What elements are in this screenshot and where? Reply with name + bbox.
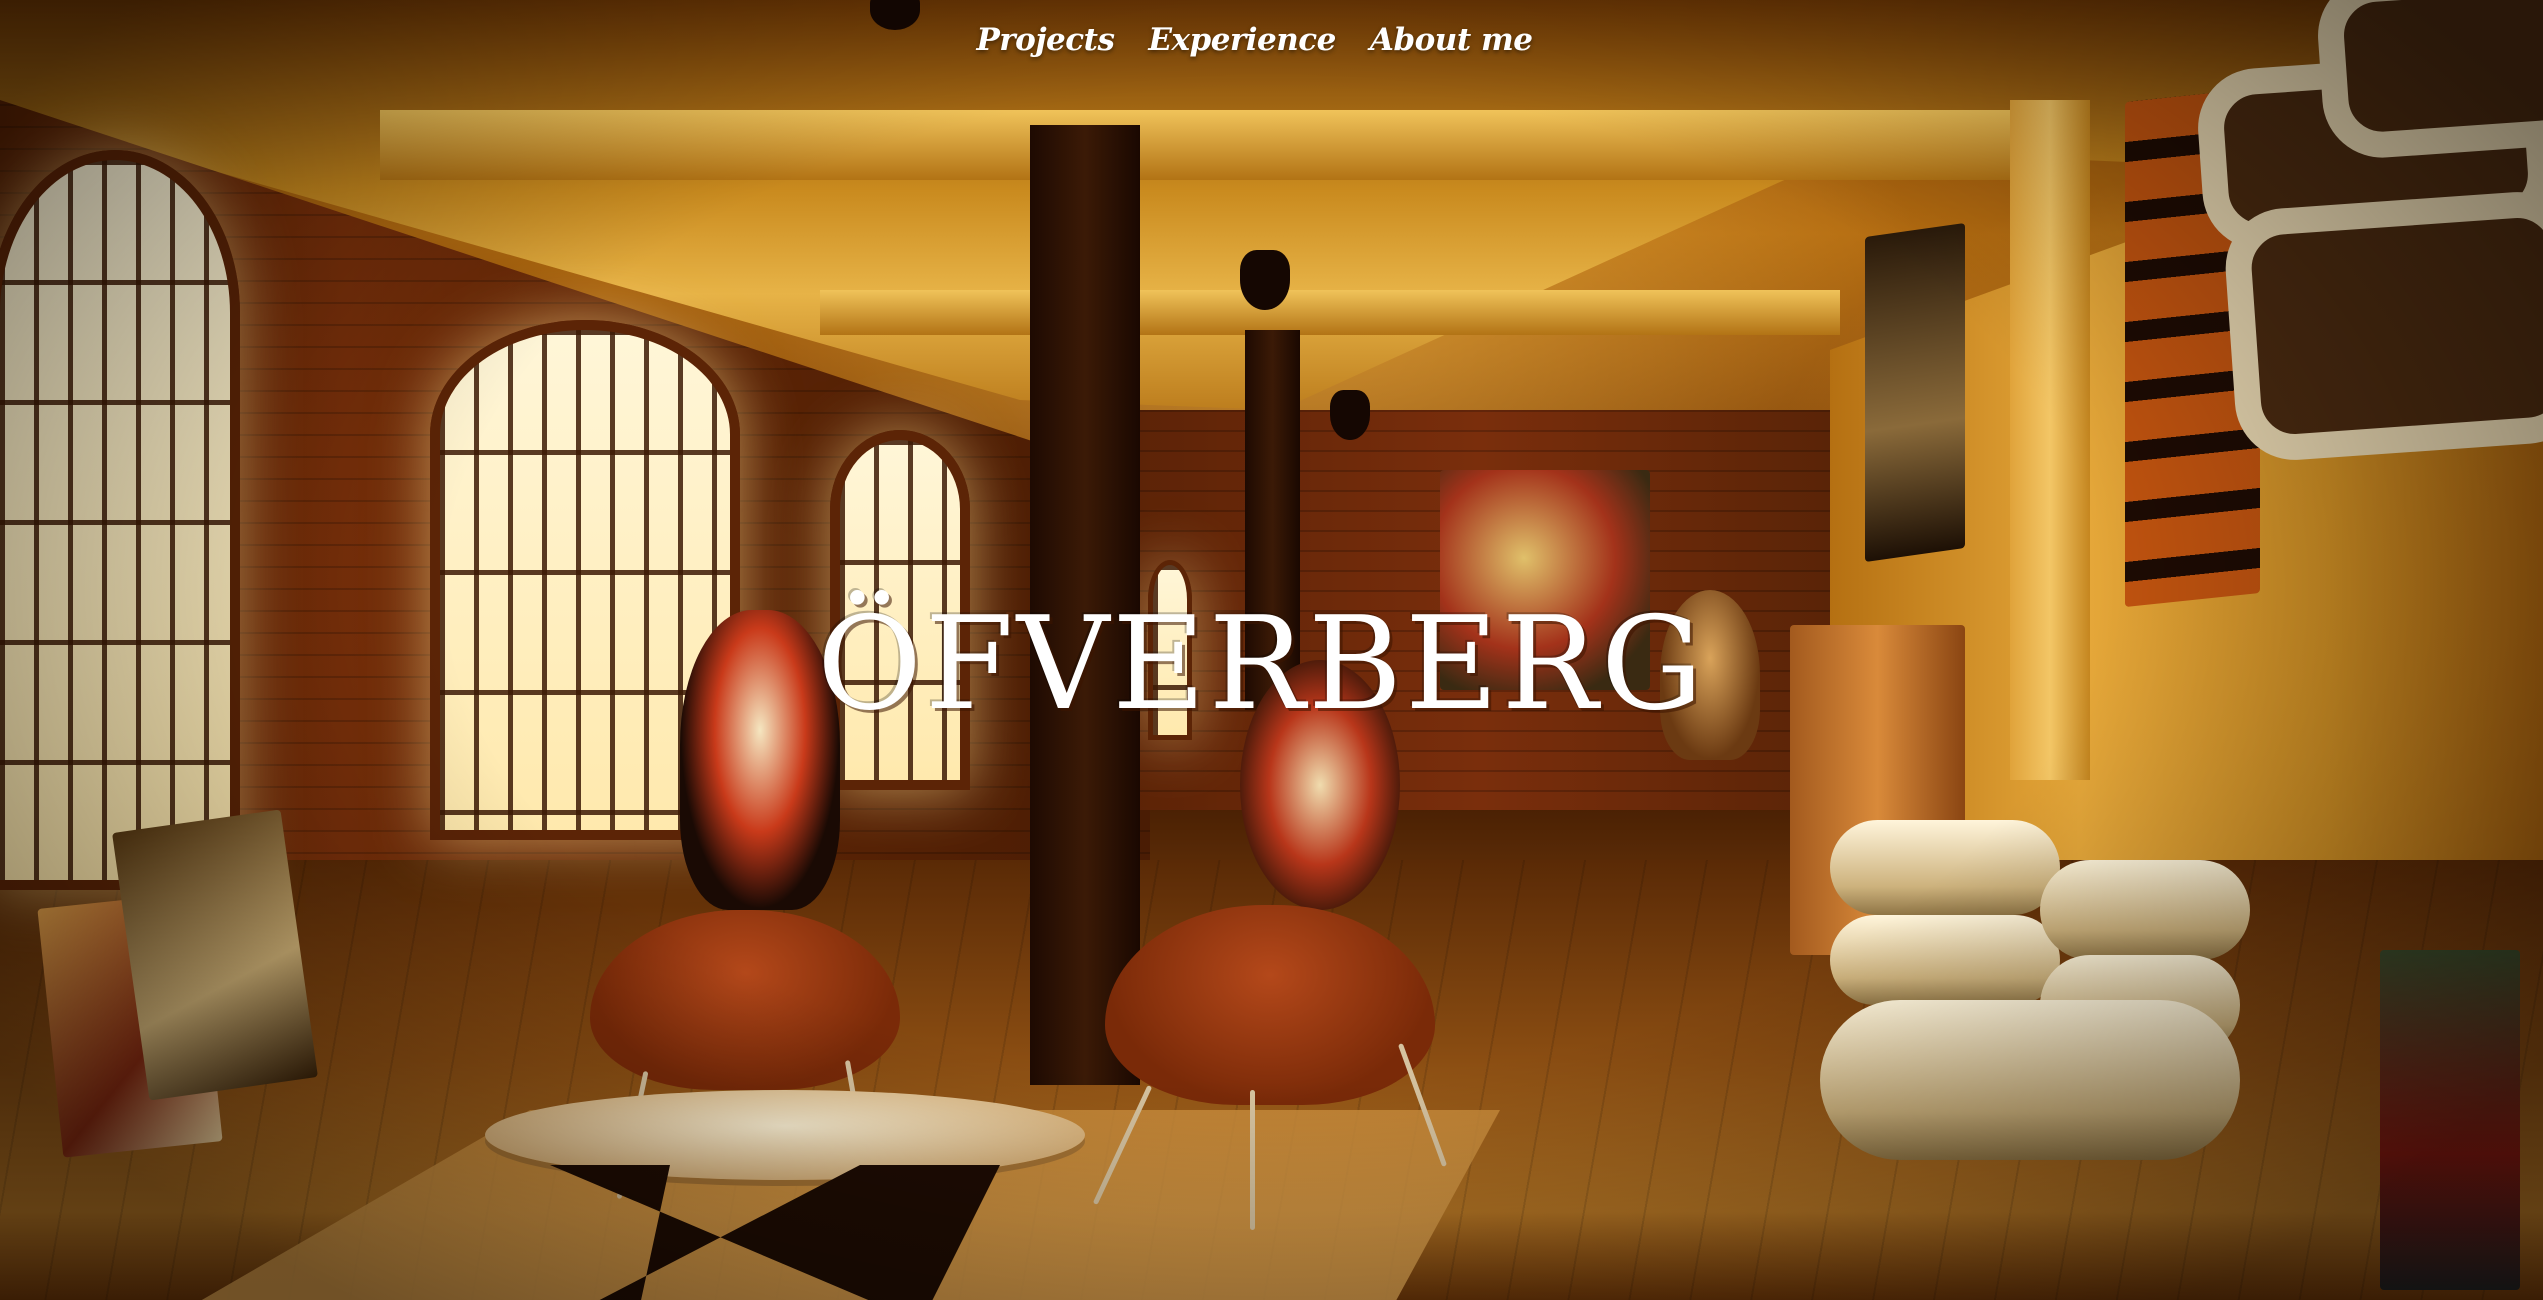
- arched-window: [0, 150, 240, 890]
- ceiling-lamp: [1240, 250, 1290, 310]
- ceiling-beam: [380, 110, 2080, 180]
- site-title: ÖFVERBERG: [816, 589, 1707, 739]
- nav-link-projects[interactable]: Projects: [977, 22, 1115, 58]
- ceiling-lamp: [1330, 390, 1370, 440]
- nav-link-experience[interactable]: Experience: [1148, 22, 1336, 58]
- top-nav: Projects Experience About me: [0, 22, 2543, 58]
- wall-shelf: [2221, 188, 2543, 464]
- hero-section: Projects Experience About me ÖFVERBERG: [0, 0, 2543, 1300]
- nav-link-about-me[interactable]: About me: [1370, 22, 1533, 58]
- ceiling-beam: [820, 290, 1840, 335]
- leaning-artwork: [2380, 950, 2520, 1290]
- armchair: [1820, 820, 2250, 1190]
- framed-photo: [1865, 222, 1965, 563]
- chair-leg: [1250, 1090, 1255, 1230]
